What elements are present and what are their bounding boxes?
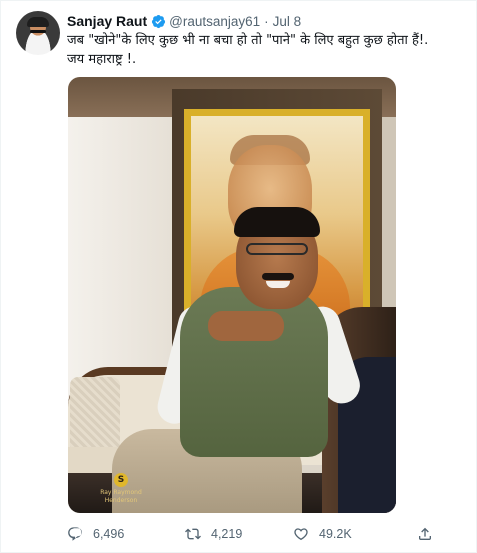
tweet-text-line: जय महाराष्ट्र !.	[67, 52, 137, 67]
like-count: 49.2K	[319, 527, 352, 541]
header-separator: ·	[264, 13, 269, 29]
tweet-photo[interactable]: S Ray Raymond Henderson	[68, 77, 396, 513]
watermark-logo-icon: S	[114, 473, 128, 487]
reply-icon	[68, 527, 82, 541]
tweet-card[interactable]: Sanjay Raut @rautsanjay61 · Jul 8 जब "खो…	[0, 0, 477, 553]
tweet-header: Sanjay Raut @rautsanjay61 · Jul 8	[67, 11, 301, 31]
like-button[interactable]: 49.2K	[293, 522, 352, 546]
reply-count: 6,496	[93, 527, 125, 541]
man-glasses	[246, 243, 308, 255]
heart-icon	[294, 528, 308, 541]
retweet-count: 4,219	[211, 527, 243, 541]
tweet-text-line: जब "खोने"के लिए कुछ भी ना बचा हो तो "पान…	[67, 33, 429, 48]
verified-badge-icon	[152, 14, 166, 28]
share-icon	[419, 527, 431, 540]
retweet-icon	[185, 528, 201, 540]
author-handle[interactable]: @rautsanjay61	[169, 14, 260, 29]
share-button[interactable]	[417, 522, 443, 546]
man-hair	[234, 207, 320, 237]
photographer-watermark: S Ray Raymond Henderson	[86, 473, 156, 505]
tweet-actions: 6,496 4,219 49.2K	[67, 522, 437, 546]
reply-button[interactable]: 6,496	[67, 522, 124, 546]
tweet-date[interactable]: Jul 8	[273, 14, 302, 29]
author-name[interactable]: Sanjay Raut	[67, 13, 147, 29]
tweet-text: जब "खोने"के लिए कुछ भी ना बचा हो तो "पान…	[67, 31, 467, 69]
watermark-text: Ray Raymond Henderson	[100, 489, 142, 504]
man-moustache	[262, 273, 294, 280]
retweet-button[interactable]: 4,219	[185, 522, 242, 546]
avatar[interactable]	[16, 11, 60, 55]
man-smile	[266, 281, 290, 288]
man-hands	[208, 311, 284, 341]
